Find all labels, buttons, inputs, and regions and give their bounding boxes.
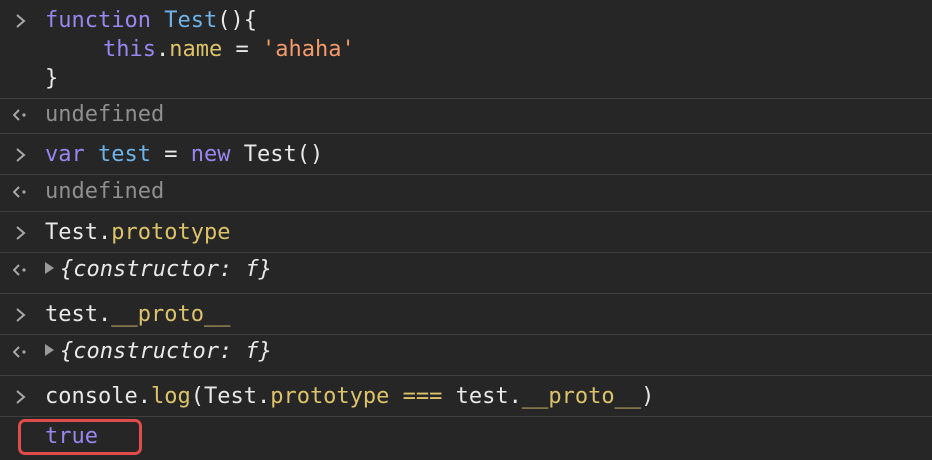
code-line: this.name = 'ahaha' bbox=[103, 37, 355, 62]
return-arrow-icon bbox=[12, 177, 30, 207]
object-preview[interactable]: {constructor: f} bbox=[45, 255, 932, 284]
chevron-right-icon bbox=[12, 140, 30, 170]
devtools-console: function Test(){ this.name = 'ahaha' } u… bbox=[0, 0, 932, 460]
chevron-right-icon bbox=[12, 382, 30, 412]
output-value: undefined bbox=[45, 179, 165, 204]
object-preview[interactable]: {constructor: f} bbox=[45, 337, 932, 366]
chevron-right-icon bbox=[12, 300, 30, 330]
log-value: true bbox=[45, 424, 98, 449]
chevron-right-icon bbox=[12, 6, 30, 36]
chevron-right-icon bbox=[12, 218, 30, 248]
expand-triangle-icon[interactable] bbox=[45, 262, 54, 274]
console-output-row: {constructor: f} bbox=[0, 335, 932, 376]
return-arrow-icon bbox=[12, 255, 30, 285]
console-input-row: test.__proto__ bbox=[0, 294, 932, 335]
console-input-row: var test = new Test() bbox=[0, 134, 932, 175]
console-output-row: undefined bbox=[0, 99, 932, 134]
console-input-row: Test.prototype bbox=[0, 212, 932, 253]
console-output-row: undefined bbox=[0, 175, 932, 212]
code-line: function Test(){ bbox=[45, 8, 257, 33]
return-arrow-icon bbox=[12, 337, 30, 367]
console-output-row: {constructor: f} bbox=[0, 253, 932, 294]
code-line: Test.prototype bbox=[45, 220, 231, 245]
code-line: console.log(Test.prototype === test.__pr… bbox=[45, 384, 655, 409]
return-arrow-icon bbox=[12, 100, 30, 130]
output-value: undefined bbox=[45, 102, 165, 127]
console-input-row: function Test(){ this.name = 'ahaha' } bbox=[0, 0, 932, 99]
console-input-row: console.log(Test.prototype === test.__pr… bbox=[0, 376, 932, 417]
expand-triangle-icon[interactable] bbox=[45, 344, 54, 356]
code-line: test.__proto__ bbox=[45, 302, 231, 327]
highlight-annotation bbox=[18, 419, 142, 455]
code-line: var test = new Test() bbox=[45, 142, 324, 167]
code-line: } bbox=[45, 66, 59, 91]
